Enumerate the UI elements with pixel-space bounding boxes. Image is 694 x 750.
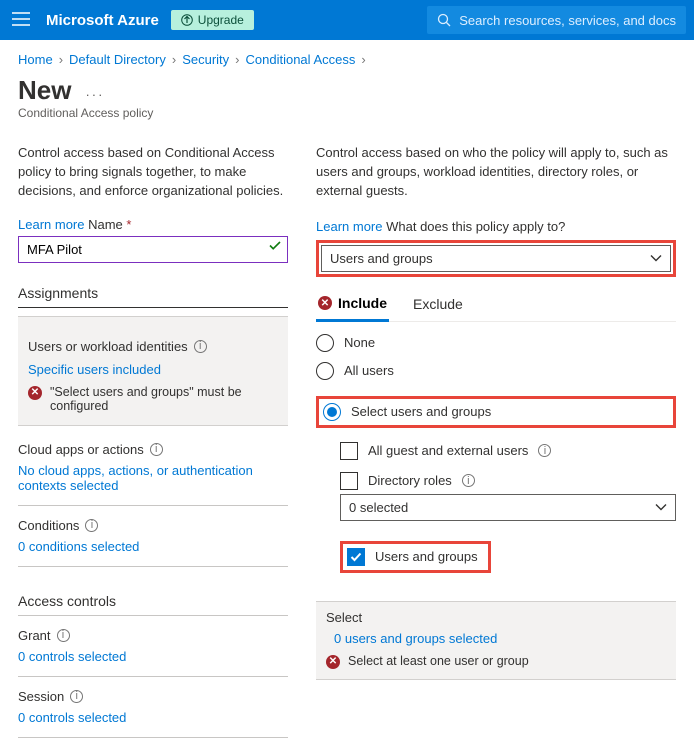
breadcrumb-conditional-access[interactable]: Conditional Access xyxy=(246,52,356,67)
more-actions-icon[interactable]: ··· xyxy=(85,87,104,102)
radio-all-users[interactable]: All users xyxy=(316,362,676,380)
breadcrumb-directory[interactable]: Default Directory xyxy=(69,52,166,67)
select-error: Select at least one user or group xyxy=(348,654,529,668)
page-title: New xyxy=(18,75,71,106)
checkbox-directory-roles[interactable]: Directory roles i xyxy=(340,472,676,490)
error-icon: ✕ xyxy=(318,296,332,310)
name-label: Name * xyxy=(88,217,131,232)
assignments-heading: Assignments xyxy=(18,285,288,308)
checkbox-guest-users[interactable]: All guest and external users i xyxy=(340,442,676,460)
upgrade-button[interactable]: Upgrade xyxy=(171,10,254,30)
info-icon[interactable]: i xyxy=(150,443,163,456)
right-intro-text: Control access based on who the policy w… xyxy=(316,144,676,201)
info-icon[interactable]: i xyxy=(538,444,551,457)
checkbox-users-and-groups[interactable]: Users and groups xyxy=(345,546,486,568)
breadcrumb-security[interactable]: Security xyxy=(182,52,229,67)
apply-to-dropdown[interactable]: Users and groups xyxy=(321,245,671,272)
access-controls-heading: Access controls xyxy=(18,593,288,615)
conditions-link[interactable]: 0 conditions selected xyxy=(18,539,288,554)
left-intro-text: Control access based on Conditional Acce… xyxy=(18,144,288,201)
radio-select-users-groups[interactable]: Select users and groups xyxy=(321,401,671,423)
users-workload-error: "Select users and groups" must be config… xyxy=(50,385,278,413)
error-icon: ✕ xyxy=(326,655,340,669)
cloud-apps-label: Cloud apps or actions xyxy=(18,442,144,457)
hamburger-menu-icon[interactable] xyxy=(8,8,34,33)
brand-name: Microsoft Azure xyxy=(46,12,159,29)
upgrade-icon xyxy=(181,14,193,26)
search-placeholder: Search resources, services, and docs xyxy=(459,13,676,28)
info-icon[interactable]: i xyxy=(57,629,70,642)
tab-include[interactable]: ✕ Include xyxy=(316,291,389,322)
learn-more-link[interactable]: Learn more xyxy=(18,217,84,232)
breadcrumb: Home › Default Directory › Security › Co… xyxy=(0,40,694,71)
info-icon[interactable]: i xyxy=(194,340,207,353)
users-workload-label: Users or workload identities xyxy=(28,339,188,354)
check-icon xyxy=(268,239,282,256)
page-subtitle: Conditional Access policy xyxy=(0,106,694,132)
chevron-right-icon: › xyxy=(172,52,176,67)
conditions-label: Conditions xyxy=(18,518,79,533)
breadcrumb-home[interactable]: Home xyxy=(18,52,53,67)
select-heading: Select xyxy=(326,610,666,625)
session-label: Session xyxy=(18,689,64,704)
chevron-down-icon xyxy=(650,251,662,266)
select-users-link[interactable]: 0 users and groups selected xyxy=(334,631,666,646)
chevron-right-icon: › xyxy=(59,52,63,67)
search-icon xyxy=(437,13,451,27)
info-icon[interactable]: i xyxy=(70,690,83,703)
chevron-right-icon: › xyxy=(235,52,239,67)
chevron-down-icon xyxy=(655,500,667,515)
radio-none[interactable]: None xyxy=(316,334,676,352)
grant-label: Grant xyxy=(18,628,51,643)
upgrade-label: Upgrade xyxy=(198,13,244,27)
tab-exclude[interactable]: Exclude xyxy=(411,291,465,321)
learn-more-link[interactable]: Learn more xyxy=(316,219,382,234)
error-icon: ✕ xyxy=(28,386,42,400)
name-input[interactable] xyxy=(18,236,288,263)
directory-roles-dropdown[interactable]: 0 selected xyxy=(340,494,676,521)
session-link[interactable]: 0 controls selected xyxy=(18,710,288,725)
grant-link[interactable]: 0 controls selected xyxy=(18,649,288,664)
chevron-right-icon: › xyxy=(361,52,365,67)
apply-to-label: What does this policy apply to? xyxy=(386,219,565,234)
users-workload-link[interactable]: Specific users included xyxy=(28,362,278,377)
cloud-apps-link[interactable]: No cloud apps, actions, or authenticatio… xyxy=(18,463,288,493)
global-search[interactable]: Search resources, services, and docs xyxy=(427,6,686,34)
info-icon[interactable]: i xyxy=(85,519,98,532)
info-icon[interactable]: i xyxy=(462,474,475,487)
